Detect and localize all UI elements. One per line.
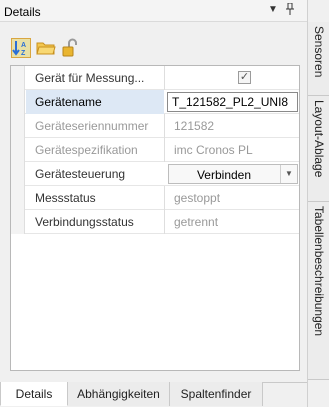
property-row-measurement-status: Messstatus gestoppt [11,186,299,210]
bottom-tab-bar: Details Abhängigkeiten Spaltenfinder [0,382,307,407]
tab-column-finder[interactable]: Spaltenfinder [170,382,263,406]
property-name: Verbindungsstatus [35,215,134,229]
property-row-device-name[interactable]: Gerätename T_121582_PL2_UNI8 [11,90,299,114]
panel-title: Details [4,5,41,19]
row-gutter [11,186,25,210]
side-tab-bar: Sensoren Layout-Ablage Tabellenbeschreib… [307,0,329,407]
details-toolbar: A Z [0,22,307,64]
row-gutter [11,66,25,90]
property-name: Gerät für Messung... [35,71,145,85]
tab-sensoren-label: Sensoren [312,26,326,78]
connect-button-label: Verbinden [196,168,252,182]
panel-menu-dropdown-icon[interactable]: ▼ [266,3,280,17]
row-gutter [11,210,25,234]
connect-button[interactable]: Verbinden ▼ [168,164,298,184]
row-gutter [11,90,25,114]
property-name: Gerätespezifikation [35,143,138,157]
property-name: Messstatus [35,191,96,205]
measurement-status-value: gestoppt [174,191,221,205]
tab-dependencies[interactable]: Abhängigkeiten [68,382,170,406]
pin-icon[interactable] [283,2,297,17]
panel-titlebar: Details ▼ [0,0,307,22]
property-row-serial-number: Geräteseriennummer 121582 [11,114,299,138]
details-panel: Details ▼ A Z Gerät für Messung... ✓ Ger… [0,0,307,407]
property-row-device-specification: Gerätespezifikation imc Cronos PL [11,138,299,162]
svg-text:Z: Z [21,50,26,57]
tab-layout-ablage[interactable]: Layout-Ablage [308,96,329,202]
tab-details[interactable]: Details [0,382,68,406]
device-specification-value: imc Cronos PL [174,143,253,157]
property-row-device-for-measurement: Gerät für Messung... ✓ [11,66,299,90]
property-row-device-control: Gerätesteuerung Verbinden ▼ [11,162,299,186]
connection-status-value: getrennt [174,215,219,229]
property-row-connection-status: Verbindungsstatus getrennt [11,210,299,234]
device-name-value: T_121582_PL2_UNI8 [172,95,289,109]
property-name: Gerätesteuerung [35,167,126,181]
tab-layout-ablage-label: Layout-Ablage [312,100,326,178]
serial-number-value: 121582 [174,119,215,133]
svg-text:A: A [21,42,26,49]
row-gutter [11,138,25,162]
property-name: Gerätename [35,95,102,109]
tab-tabellenbeschreibungen-label: Tabellenbeschreibungen [312,206,326,337]
chevron-down-icon[interactable]: ▼ [280,165,297,183]
folder-icon[interactable] [36,38,56,58]
row-gutter [11,162,25,186]
property-grid: Gerät für Messung... ✓ Gerätename T_1215… [10,65,300,371]
device-name-input[interactable]: T_121582_PL2_UNI8 [167,92,298,112]
property-name: Geräteseriennummer [35,119,149,133]
tab-tabellenbeschreibungen[interactable]: Tabellenbeschreibungen [308,202,329,380]
sort-az-icon[interactable]: A Z [11,38,31,58]
tab-sensoren[interactable]: Sensoren [308,22,329,96]
lock-open-icon[interactable] [60,38,80,58]
device-for-measurement-checkbox[interactable]: ✓ [238,71,251,84]
row-gutter [11,114,25,138]
